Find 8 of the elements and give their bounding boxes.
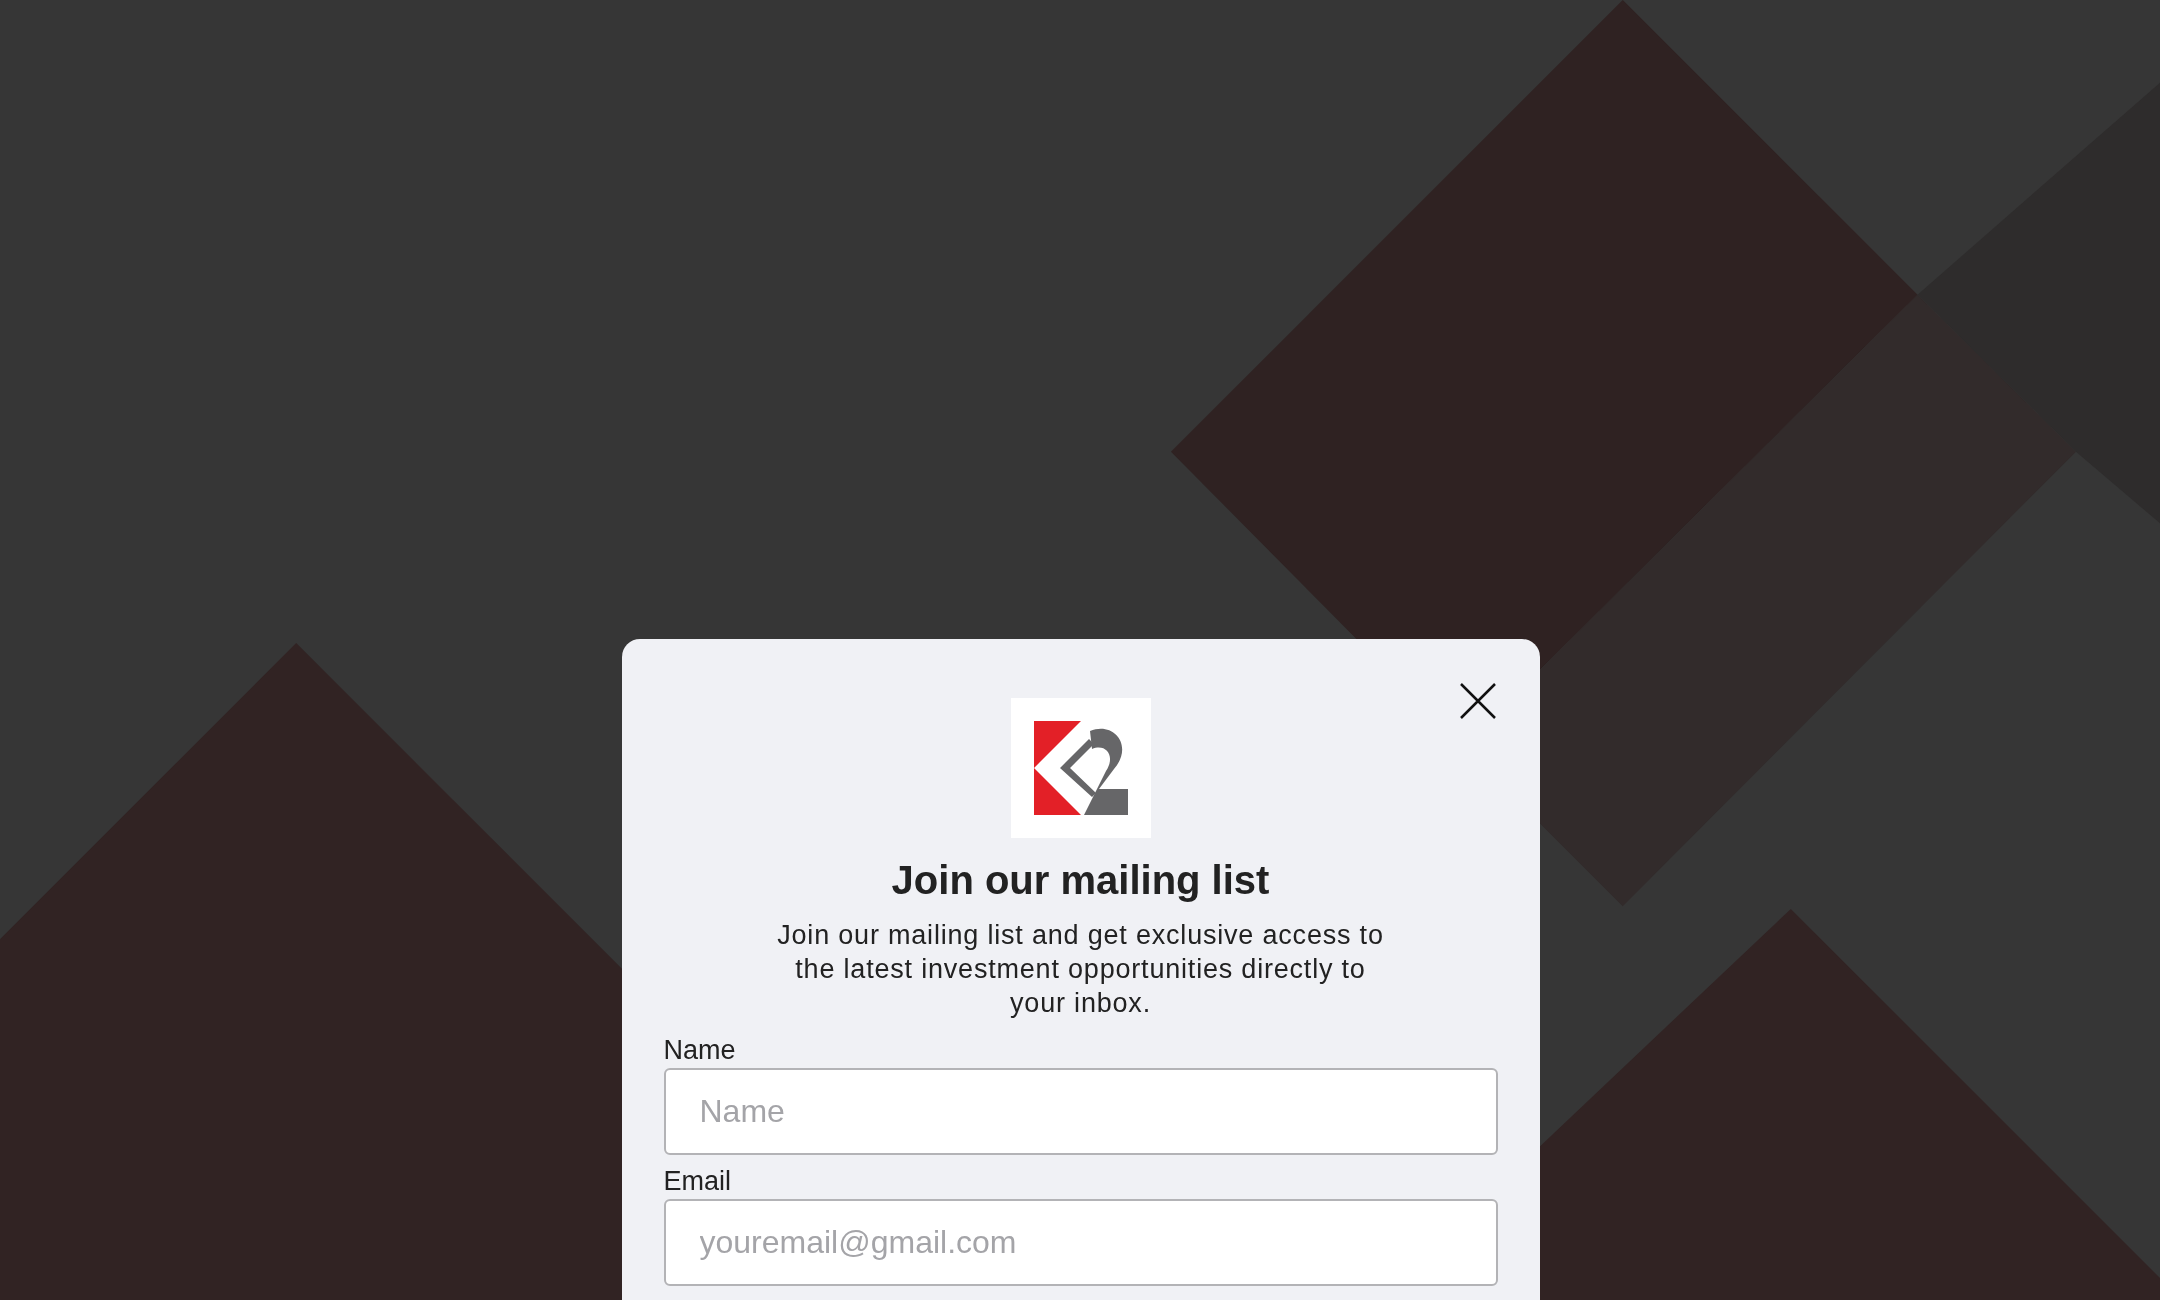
close-icon <box>1458 682 1497 720</box>
input-field[interactable]: Name <box>663 1068 1498 1155</box>
close-button[interactable] <box>1457 681 1498 721</box>
field-label: Name <box>663 1034 736 1067</box>
dialog-title: Join our mailing list <box>891 857 1270 904</box>
field-label: Email <box>663 1165 731 1198</box>
input-field[interactable]: youremail@gmail.com <box>663 1199 1498 1286</box>
dialog-description: Join our mailing list and get exclusive access to the latest investment opportunities directly to your inbox. <box>776 919 1385 1020</box>
